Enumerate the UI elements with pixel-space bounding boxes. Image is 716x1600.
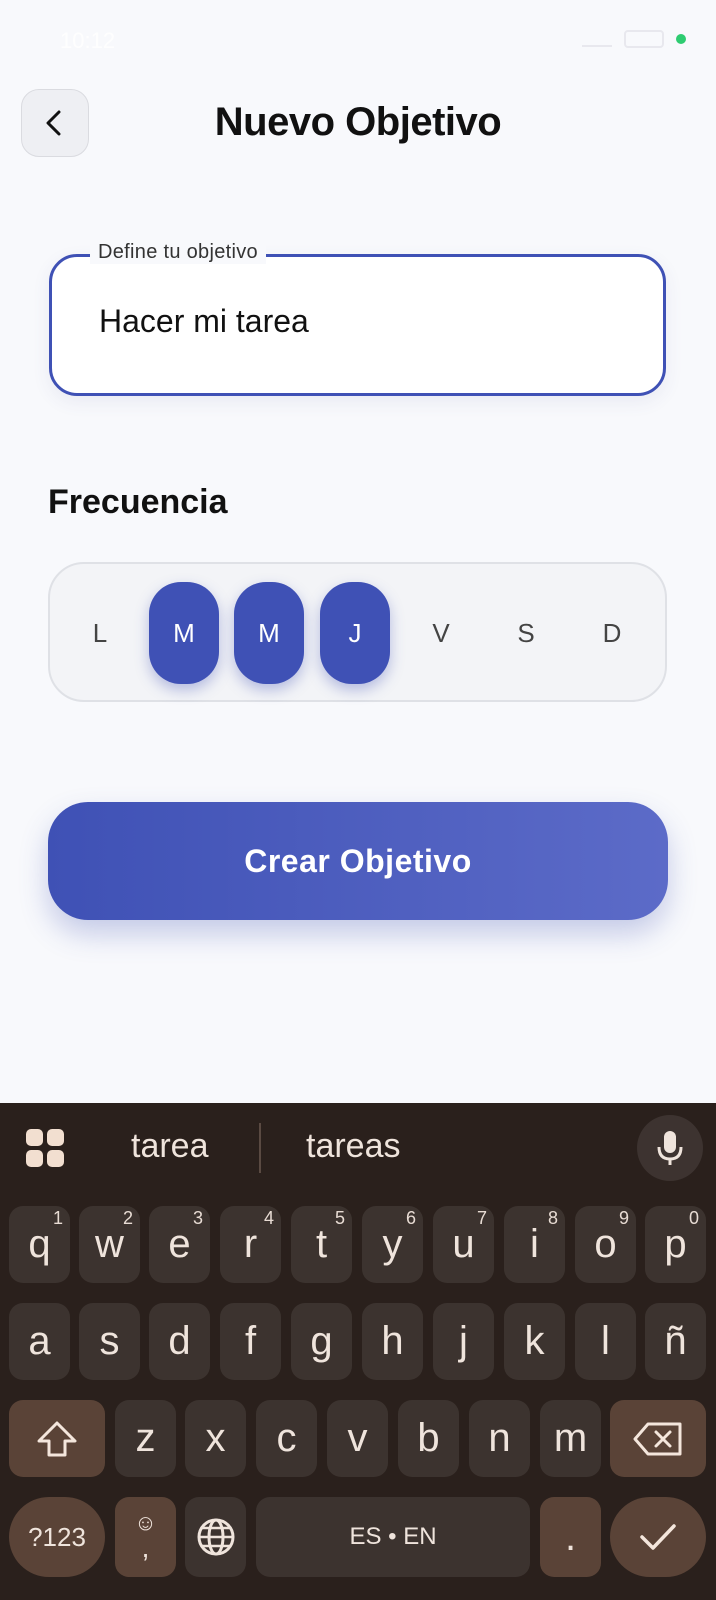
key-j[interactable]: j [433,1303,494,1380]
key-label: p [664,1222,687,1266]
suggestion-1[interactable]: tarea [131,1127,209,1166]
key-label: q [28,1222,51,1266]
key-o[interactable]: o9 [575,1206,636,1283]
backspace-icon [633,1422,682,1455]
key-n[interactable]: n [469,1400,530,1477]
comma-label: , [141,1532,150,1563]
key-m[interactable]: m [540,1400,601,1477]
battery-icon [624,30,664,48]
objective-input[interactable]: Define tu objetivo Hacer mi tarea [49,241,666,396]
signal-icon [582,31,612,47]
key-h[interactable]: h [362,1303,423,1380]
done-key[interactable] [610,1497,706,1577]
language-key[interactable] [185,1497,246,1577]
key-hint: 0 [688,1208,699,1228]
key-v[interactable]: v [327,1400,388,1477]
day-toggle-saturday[interactable]: S [491,582,561,684]
key-i[interactable]: i8 [504,1206,565,1283]
key-label: w [95,1222,124,1266]
microphone-button[interactable] [637,1115,703,1181]
objective-input-label: Define tu objetivo [90,241,266,264]
day-toggle-monday[interactable]: L [65,582,135,684]
create-objective-button[interactable]: Crear Objetivo [48,802,668,920]
key-hint: 9 [618,1208,629,1228]
key-x[interactable]: x [185,1400,246,1477]
key-label: r [243,1222,258,1266]
shift-key[interactable] [9,1400,105,1477]
key-enye[interactable]: ñ [645,1303,706,1380]
day-selector: L M M J V S D [48,562,667,702]
space-bar[interactable]: ES • EN [256,1497,530,1577]
key-label: i [530,1222,539,1266]
key-hint: 4 [263,1208,274,1228]
key-z[interactable]: z [115,1400,176,1477]
key-label: u [452,1222,475,1266]
key-d[interactable]: d [149,1303,210,1380]
day-toggle-tuesday[interactable]: M [149,582,219,684]
emoji-icon: ☺ [134,1510,157,1535]
objective-input-value[interactable]: Hacer mi tarea [99,303,309,340]
key-w[interactable]: w2 [79,1206,140,1283]
key-f[interactable]: f [220,1303,281,1380]
emoji-comma-key[interactable]: ☺ , [115,1497,176,1577]
key-l[interactable]: l [575,1303,636,1380]
key-hint: 1 [52,1208,63,1228]
key-g[interactable]: g [291,1303,352,1380]
suggestion-bar: tarea tareas [0,1103,716,1197]
key-r[interactable]: r4 [220,1206,281,1283]
privacy-indicator-icon [676,34,686,44]
suggestion-2[interactable]: tareas [306,1127,401,1166]
day-toggle-friday[interactable]: V [406,582,476,684]
suggestion-divider [259,1123,261,1173]
status-icons [582,30,686,48]
key-hint: 5 [334,1208,345,1228]
shift-arrow-icon [37,1421,77,1456]
key-label: y [382,1222,403,1266]
period-key[interactable]: . [540,1497,601,1577]
status-bar: 10:12 [0,0,716,80]
key-hint: 6 [405,1208,416,1228]
key-b[interactable]: b [398,1400,459,1477]
microphone-icon [657,1131,683,1165]
day-toggle-thursday[interactable]: J [320,582,390,684]
day-toggle-sunday[interactable]: D [577,582,647,684]
frequency-title: Frecuencia [48,483,228,521]
checkmark-icon [640,1524,676,1550]
day-toggle-wednesday[interactable]: M [234,582,304,684]
status-time: 10:12 [60,28,116,53]
key-y[interactable]: y6 [362,1206,423,1283]
symbols-key[interactable]: ?123 [9,1497,105,1577]
globe-icon [197,1518,234,1556]
key-hint: 7 [476,1208,487,1228]
key-a[interactable]: a [9,1303,70,1380]
key-u[interactable]: u7 [433,1206,494,1283]
key-t[interactable]: t5 [291,1206,352,1283]
backspace-key[interactable] [610,1400,706,1477]
key-s[interactable]: s [79,1303,140,1380]
apps-grid-icon[interactable] [26,1129,64,1167]
key-label: o [594,1222,617,1266]
key-q[interactable]: q1 [9,1206,70,1283]
key-e[interactable]: e3 [149,1206,210,1283]
key-k[interactable]: k [504,1303,565,1380]
page-title: Nuevo Objetivo [214,100,502,144]
key-hint: 2 [122,1208,133,1228]
key-label: e [168,1222,191,1266]
key-hint: 3 [192,1208,203,1228]
key-p[interactable]: p0 [645,1206,706,1283]
key-label: t [315,1222,328,1266]
key-hint: 8 [547,1208,558,1228]
key-c[interactable]: c [256,1400,317,1477]
soft-keyboard: tarea tareas q1 w2 e3 r4 t5 y6 u7 i8 o9 … [0,1103,716,1600]
